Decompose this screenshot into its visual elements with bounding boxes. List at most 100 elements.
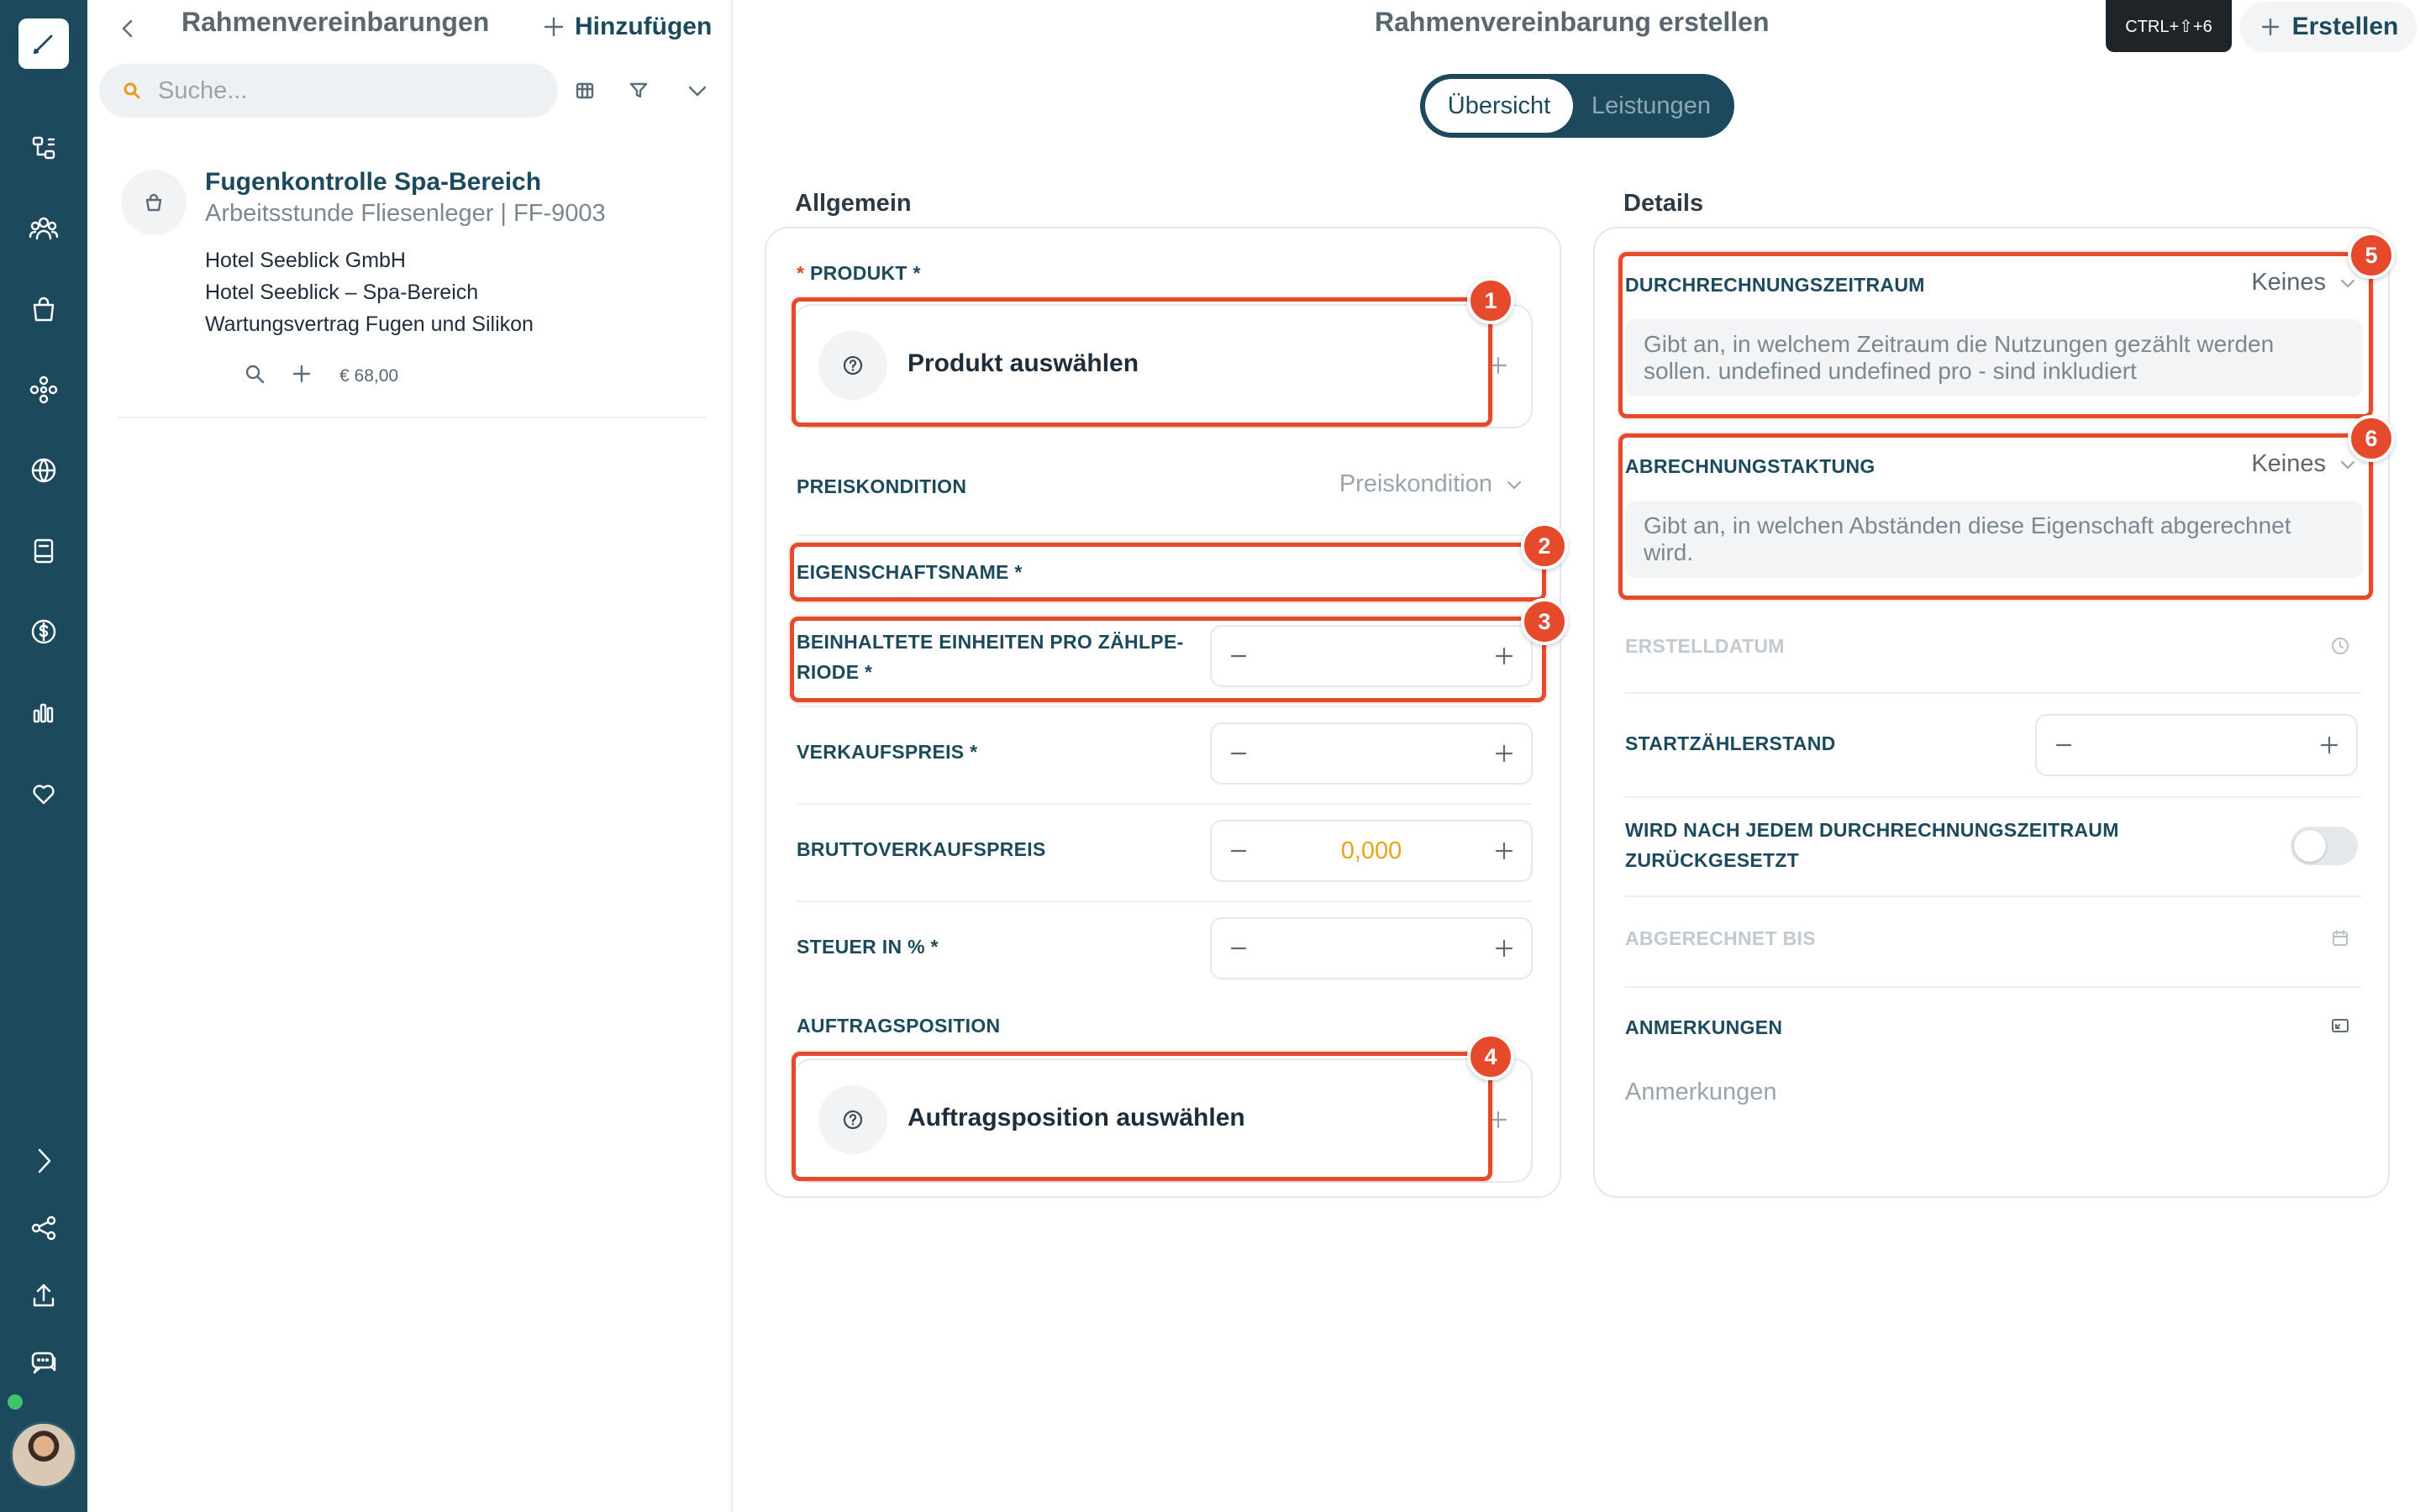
modules-icon[interactable]	[22, 368, 66, 412]
reset-label-line2: ZURÜCKGESETZT	[1625, 849, 1800, 871]
auftragsposition-label: AUFTRAGSPOSITION	[797, 1015, 1001, 1037]
bruttoverkaufspreis-stepper[interactable]: 0,000	[1210, 820, 1533, 882]
einheiten-label: BEINHALTETE EINHEITEN PRO ZÄHLPE- RIODE …	[797, 627, 1184, 687]
toggle-knob	[2294, 830, 2326, 862]
abrechnung-hint: Gibt an, in welchen Abständen diese Eige…	[1625, 501, 2363, 578]
produkt-picker[interactable]: Produkt auswählen	[793, 304, 1533, 428]
einheiten-label-line1: BEINHALTETE EINHEITEN PRO ZÄHLPE-	[797, 631, 1184, 653]
view-tabs: Übersicht Leistungen	[1420, 74, 1734, 138]
erstelldatum-label: ERSTELLDATUM	[1625, 635, 1785, 657]
dollar-icon[interactable]	[22, 610, 66, 654]
filter-button[interactable]	[618, 71, 659, 111]
section-allgemein-title: Allgemein	[795, 190, 912, 217]
plus-icon[interactable]	[2317, 733, 2341, 757]
startzaehler-label: STARTZÄHLERSTAND	[1625, 732, 1836, 754]
back-button[interactable]	[108, 8, 148, 49]
add-button[interactable]: Hinzufügen	[541, 5, 712, 49]
bruttoverkaufspreis-label: BRUTTOVERKAUFSPREIS	[797, 838, 1046, 860]
eigenschaftsname-label[interactable]: EIGENSCHAFTSNAME *	[797, 561, 1023, 584]
search-input[interactable]	[158, 76, 528, 105]
create-button[interactable]: Erstellen	[2240, 2, 2417, 52]
expand-toggle-button[interactable]	[677, 71, 718, 111]
document-icon[interactable]	[22, 529, 66, 573]
anmerkungen-input[interactable]: Anmerkungen	[1625, 1079, 1777, 1106]
minus-icon[interactable]	[1227, 937, 1250, 960]
filter-icon	[629, 82, 648, 98]
add-button-label: Hinzufügen	[575, 13, 713, 40]
durchrechnung-label: DURCHRECHNUNGSZEITRAUM	[1625, 274, 1925, 296]
preiskondition-select[interactable]: Preiskondition	[1339, 470, 1524, 498]
plus-icon[interactable]	[1492, 644, 1516, 668]
annotation-badge-3: 3	[1521, 598, 1568, 645]
list-item-customer: Hotel Seeblick GmbH	[205, 249, 406, 272]
reset-toggle[interactable]	[2291, 827, 2358, 865]
startzaehler-stepper[interactable]	[2035, 714, 2358, 776]
app-window: Rahmenvereinbarungen Hinzufügen Fugenkon…	[0, 0, 2420, 1512]
create-button-label: Erstellen	[2291, 13, 2399, 40]
produkt-add-button[interactable]	[1486, 353, 1516, 383]
app-logo[interactable]	[18, 18, 69, 69]
tab-leistungen[interactable]: Leistungen	[1573, 79, 1729, 133]
annotation-badge-1: 1	[1467, 277, 1514, 324]
minus-icon[interactable]	[2052, 733, 2075, 757]
annotation-badge-6: 6	[2348, 415, 2395, 462]
list-item-contract: Wartungsvertrag Fugen und Silikon	[205, 312, 534, 336]
agreements-list-panel: Rahmenvereinbarungen Hinzufügen Fugenkon…	[87, 0, 733, 1512]
list-item[interactable]: Fugenkontrolle Spa-Bereich Arbeitsstunde…	[118, 165, 706, 418]
steuer-stepper[interactable]	[1210, 917, 1533, 979]
list-item-actions: € 68,00	[242, 361, 398, 391]
chevron-right-icon[interactable]	[22, 1139, 66, 1183]
durchrechnung-value: Keines	[2251, 269, 2326, 296]
plus-icon[interactable]	[1492, 839, 1516, 863]
list-item-title: Fugenkontrolle Spa-Bereich	[205, 168, 542, 196]
search-field[interactable]	[99, 64, 558, 118]
search-icon	[245, 365, 265, 384]
annotation-badge-2: 2	[1521, 522, 1568, 570]
plus-icon	[1489, 1110, 1507, 1129]
einheiten-stepper[interactable]	[1210, 625, 1533, 687]
tab-uebersicht[interactable]: Übersicht	[1425, 79, 1573, 133]
list-item-price: € 68,00	[339, 365, 399, 386]
einheiten-label-line2: RIODE *	[797, 661, 873, 683]
divider	[1625, 796, 2361, 798]
minus-icon[interactable]	[1227, 644, 1250, 668]
heart-icon[interactable]	[22, 771, 66, 815]
reset-label: WIRD NACH JEDEM DURCHRECHNUNGSZEITRAUM Z…	[1625, 815, 2119, 875]
plus-icon[interactable]	[1492, 937, 1516, 960]
durchrechnung-hint: Gibt an, in welchem Zeitraum die Nutzung…	[1625, 319, 2363, 396]
plus-icon	[292, 365, 311, 383]
verkaufspreis-label: VERKAUFSPREIS *	[797, 741, 978, 763]
team-icon[interactable]	[22, 207, 66, 250]
calendar-icon	[2329, 927, 2354, 953]
plus-icon	[1489, 356, 1507, 375]
auftragsposition-add-button[interactable]	[1486, 1107, 1516, 1137]
shopping-bag-icon[interactable]	[22, 287, 66, 331]
workflow-icon[interactable]	[22, 126, 66, 170]
annotation-badge-4: 4	[1467, 1033, 1514, 1080]
minus-icon[interactable]	[1227, 742, 1250, 765]
auftragsposition-picker[interactable]: Auftragsposition auswählen	[793, 1058, 1533, 1183]
shortcut-tooltip: CTRL+⇧+6	[2106, 0, 2232, 52]
general-card: * PRODUKT * Produkt auswählen PREISKONDI…	[765, 227, 1561, 1198]
plus-icon[interactable]	[1492, 742, 1516, 765]
upload-icon[interactable]	[22, 1273, 66, 1317]
table-icon	[576, 82, 594, 99]
expand-editor-icon[interactable]	[2329, 1015, 2354, 1040]
verkaufspreis-stepper[interactable]	[1210, 722, 1533, 785]
shopping-bag-icon	[121, 170, 187, 235]
chat-icon[interactable]	[22, 1341, 66, 1384]
table-view-button[interactable]	[565, 71, 605, 111]
list-item-search-button[interactable]	[242, 361, 267, 391]
abgerechnet-label: ABGERECHNET BIS	[1625, 927, 1816, 949]
share-icon[interactable]	[22, 1206, 66, 1250]
user-avatar[interactable]	[10, 1421, 77, 1488]
minus-icon[interactable]	[1227, 839, 1250, 863]
list-item-add-button[interactable]	[289, 361, 314, 391]
divider	[797, 601, 1533, 603]
durchrechnung-select[interactable]: Keines	[2251, 269, 2358, 297]
bar-chart-icon[interactable]	[22, 690, 66, 734]
divider	[1625, 986, 2361, 988]
abrechnung-value: Keines	[2251, 450, 2326, 477]
abrechnung-select[interactable]: Keines	[2251, 450, 2358, 478]
globe-icon[interactable]	[22, 449, 66, 492]
